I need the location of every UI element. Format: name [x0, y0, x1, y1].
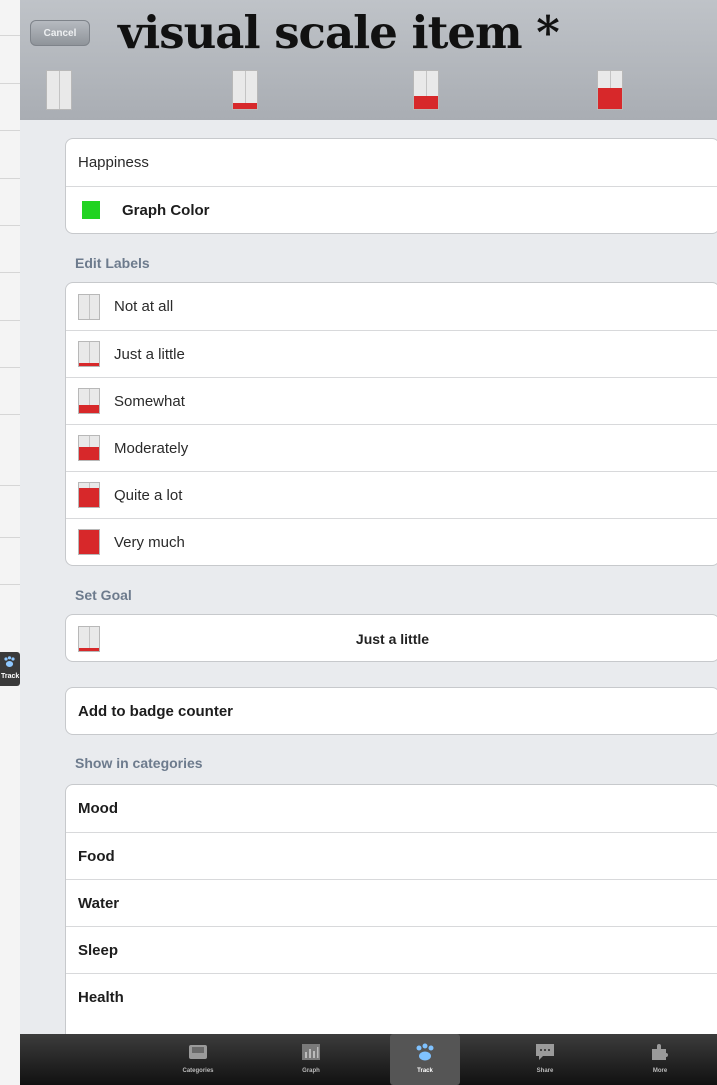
- tab-categories[interactable]: Categories: [163, 1034, 233, 1085]
- item-name-field[interactable]: Happiness: [66, 139, 717, 186]
- header-toolbar: Cancel visual scale item *: [20, 0, 717, 120]
- label-text: Quite a lot: [114, 486, 183, 504]
- scale-level-icon: [78, 293, 100, 320]
- scale-level-icon: [78, 529, 100, 555]
- tab-label: Graph: [302, 1068, 320, 1074]
- label-row-4[interactable]: Quite a lot: [66, 471, 717, 518]
- label-text: Very much: [114, 533, 185, 551]
- scale-preview-2[interactable]: [413, 70, 439, 110]
- category-row-mood[interactable]: Mood: [66, 785, 717, 832]
- scale-level-icon: [232, 70, 258, 110]
- category-row-food[interactable]: Food: [66, 832, 717, 879]
- tab-label: More: [652, 1068, 668, 1074]
- graph-color-label: Graph Color: [122, 201, 210, 219]
- category-label: Water: [78, 894, 120, 912]
- item-name-value: Happiness: [78, 154, 149, 171]
- tab-label: Share: [536, 1068, 554, 1074]
- category-row-health[interactable]: Health: [66, 973, 717, 1020]
- label-row-5[interactable]: Very much: [66, 518, 717, 565]
- badge-label: Add to badge counter: [78, 703, 233, 720]
- label-text: Moderately: [114, 439, 189, 457]
- tab-share[interactable]: Share: [510, 1034, 580, 1085]
- label-row-3[interactable]: Moderately: [66, 424, 717, 471]
- edit-item-sheet: Cancel visual scale item * Happiness Gra…: [20, 0, 717, 1085]
- background-track-label: Track: [1, 673, 20, 680]
- tab-label: Categories: [182, 1068, 214, 1074]
- category-label: Sleep: [78, 941, 119, 959]
- puzzle-icon: [652, 1044, 668, 1060]
- scale-level-icon: [78, 341, 100, 367]
- categories-group: Mood Food Water Sleep Health: [65, 784, 717, 1054]
- goal-value: Just a little: [355, 630, 430, 647]
- set-goal-heading: Set Goal: [75, 587, 132, 603]
- label-text: Just a little: [114, 345, 185, 363]
- category-row-sleep[interactable]: Sleep: [66, 926, 717, 973]
- label-text: Somewhat: [114, 392, 185, 410]
- paw-icon: [4, 656, 15, 667]
- goal-row[interactable]: Just a little: [66, 615, 717, 661]
- label-row-0[interactable]: Not at all: [66, 283, 717, 330]
- label-text: Not at all: [114, 298, 174, 315]
- graph-color-swatch: [82, 201, 100, 219]
- scale-level-icon: [597, 70, 623, 110]
- scale-preview-0[interactable]: [46, 70, 72, 110]
- paw-icon: [416, 1043, 434, 1061]
- tab-track[interactable]: Track: [390, 1034, 460, 1085]
- tab-label: Track: [417, 1068, 433, 1074]
- badge-group: Add to badge counter: [65, 687, 717, 735]
- tab-more[interactable]: More: [625, 1034, 695, 1085]
- label-row-2[interactable]: Somewhat: [66, 377, 717, 424]
- show-in-categories-heading: Show in categories: [75, 755, 203, 771]
- scale-level-icon: [78, 388, 100, 414]
- item-settings-group: Happiness Graph Color: [65, 138, 717, 234]
- label-row-1[interactable]: Just a little: [66, 330, 717, 377]
- scale-level-icon: [413, 70, 439, 110]
- category-row-water[interactable]: Water: [66, 879, 717, 926]
- background-track-tab: Track: [0, 652, 20, 686]
- page-title: visual scale item *: [118, 6, 560, 59]
- scale-level-icon: [78, 482, 100, 508]
- scale-preview-3[interactable]: [597, 70, 623, 110]
- tab-bar: Categories Graph Track Share More: [20, 1034, 717, 1085]
- scale-level-icon: [78, 435, 100, 461]
- graph-color-row[interactable]: Graph Color: [66, 186, 717, 233]
- tab-graph[interactable]: Graph: [276, 1034, 346, 1085]
- category-label: Health: [78, 988, 124, 1006]
- category-label: Food: [78, 847, 115, 865]
- inbox-icon: [189, 1045, 207, 1059]
- cancel-button[interactable]: Cancel: [30, 20, 90, 46]
- chat-icon: [536, 1044, 554, 1060]
- category-label: Mood: [78, 800, 118, 817]
- labels-group: Not at all Just a little Somewhat Modera…: [65, 282, 717, 566]
- edit-labels-heading: Edit Labels: [75, 255, 150, 271]
- scale-level-icon: [46, 70, 72, 110]
- scale-preview-1[interactable]: [232, 70, 258, 110]
- goal-group: Just a little: [65, 614, 717, 662]
- add-to-badge-counter-row[interactable]: Add to badge counter: [66, 688, 717, 734]
- chart-icon: [302, 1044, 320, 1060]
